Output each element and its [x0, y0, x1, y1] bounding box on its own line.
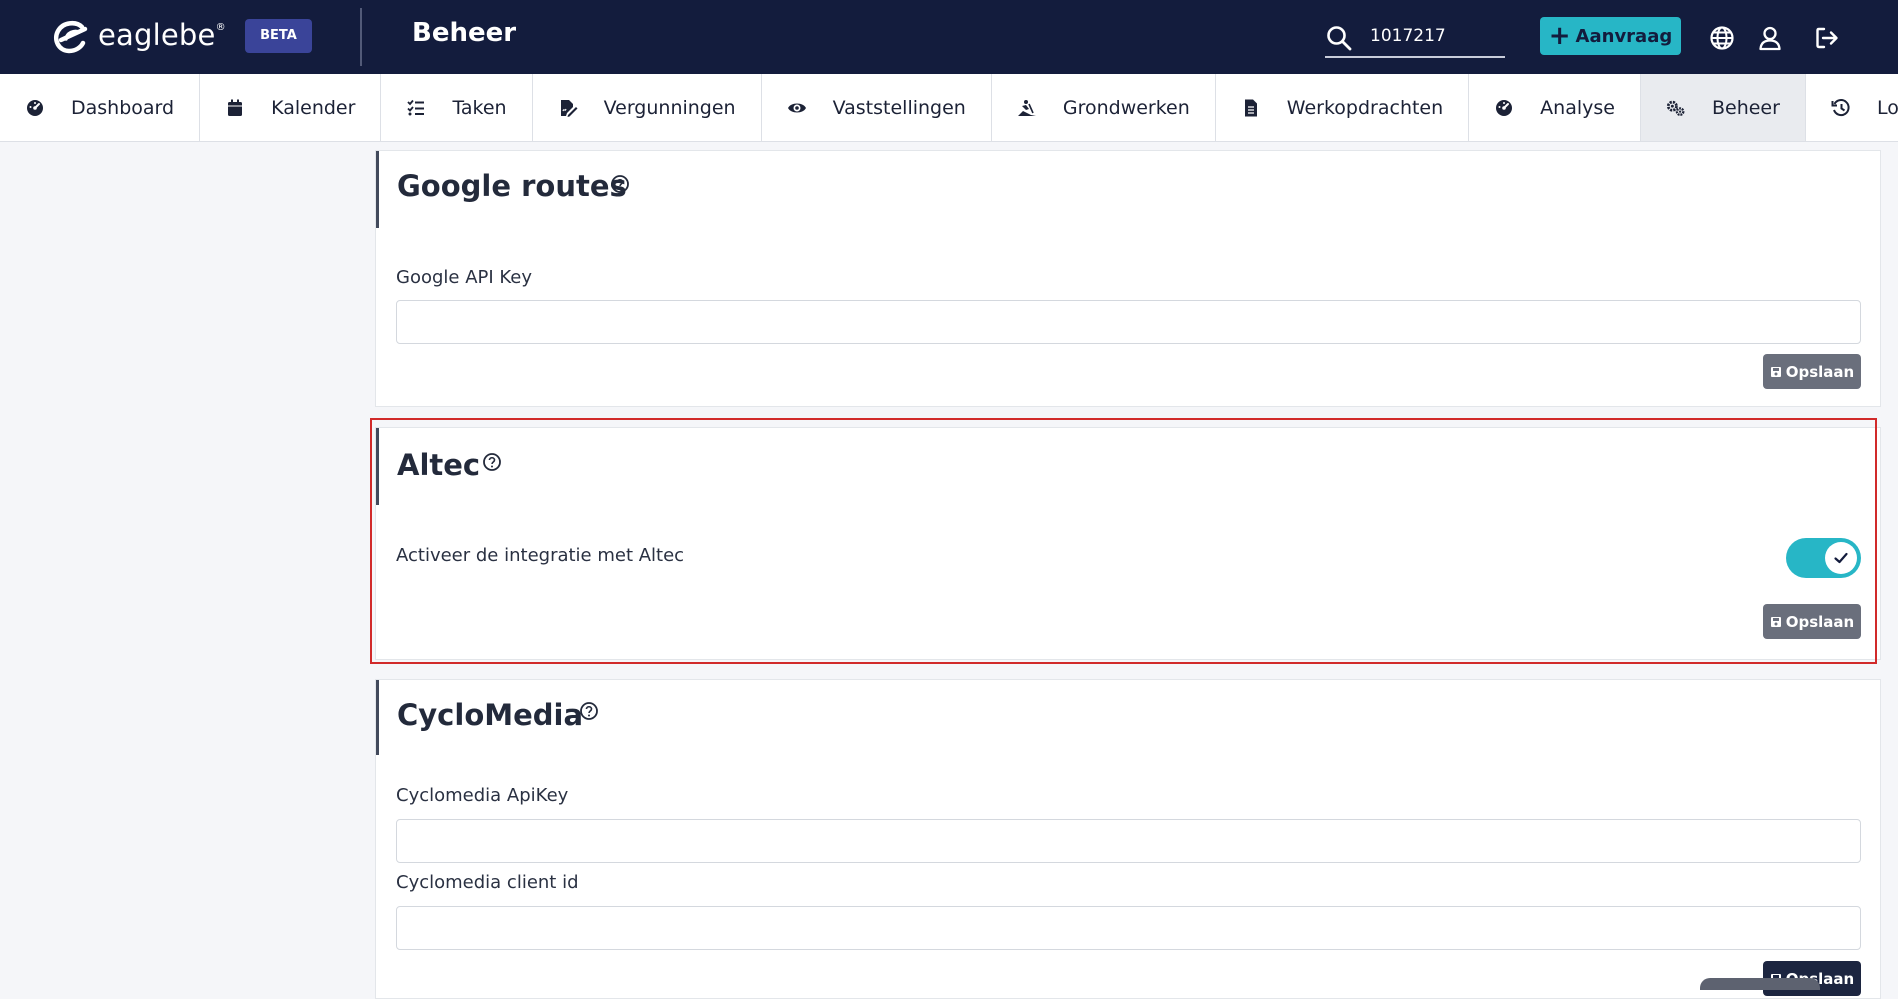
- analysis-icon: [1496, 99, 1513, 116]
- document-icon: [1244, 99, 1257, 116]
- calendar-icon: [228, 99, 243, 116]
- nav-item-permits[interactable]: Vergunningen: [533, 74, 762, 141]
- nav-item-label: Grondwerken: [1062, 96, 1190, 119]
- altec-integration-toggle[interactable]: [1786, 538, 1861, 578]
- search-underline: [1325, 56, 1505, 58]
- google-save-button[interactable]: Opslaan: [1763, 354, 1861, 389]
- cyclomedia-client-id-label: Cyclomedia client id: [396, 872, 579, 893]
- card-accent: [376, 151, 379, 228]
- dashboard-icon: [27, 99, 43, 116]
- beta-badge: BETA: [245, 19, 312, 53]
- history-icon: [1831, 98, 1850, 116]
- altec-toggle-label: Activeer de integratie met Altec: [396, 545, 685, 566]
- google-routes-card: Google routes Google API Key Opslaan: [375, 150, 1881, 407]
- nav-item-workorders[interactable]: Werkopdrachten: [1216, 74, 1470, 141]
- save-label: Opslaan: [1785, 612, 1855, 631]
- save-icon: [1770, 366, 1781, 377]
- card-accent: [376, 428, 379, 505]
- toggle-knob: [1825, 542, 1857, 574]
- google-api-key-label: Google API Key: [396, 267, 533, 288]
- nav-item-analysis[interactable]: Analyse: [1469, 74, 1641, 141]
- tasks-icon: [407, 99, 425, 115]
- search-input[interactable]: [1362, 18, 1518, 54]
- brand-name[interactable]: eaglebe®: [98, 18, 226, 52]
- permit-icon: [560, 99, 578, 117]
- save-label: Opslaan: [1785, 362, 1855, 381]
- nav-item-label: Logs: [1876, 96, 1898, 119]
- google-api-key-input[interactable]: [396, 300, 1861, 344]
- page-title: Beheer: [412, 18, 517, 48]
- top-bar: eaglebe® BETA Beheer + Aanvraag: [0, 0, 1898, 74]
- nav-item-dashboard[interactable]: Dashboard: [0, 74, 201, 141]
- check-icon: [1834, 552, 1848, 564]
- new-request-label: Aanvraag: [1575, 25, 1673, 47]
- gears-icon: [1666, 100, 1685, 116]
- nav-item-label: Analyse: [1540, 96, 1615, 119]
- nav-item-label: Vaststellingen: [832, 96, 966, 119]
- cyclomedia-api-key-label: Cyclomedia ApiKey: [396, 785, 569, 806]
- eye-icon: [787, 103, 806, 112]
- nav-item-tasks[interactable]: Taken: [381, 74, 533, 141]
- floating-tab[interactable]: [1700, 978, 1820, 990]
- registered-mark: ®: [215, 22, 226, 33]
- nav-item-logs[interactable]: Logs: [1806, 74, 1898, 141]
- cyclomedia-api-key-input[interactable]: [396, 819, 1861, 863]
- nav-item-label: Vergunningen: [603, 96, 736, 119]
- help-icon[interactable]: [610, 174, 630, 194]
- eaglebe-logo-icon[interactable]: [52, 18, 90, 56]
- digging-icon: [1017, 99, 1036, 116]
- altec-title: Altec: [397, 448, 481, 482]
- nav-item-label: Werkopdrachten: [1286, 96, 1444, 119]
- altec-save-button[interactable]: Opslaan: [1763, 604, 1861, 639]
- nav-item-label: Beheer: [1711, 96, 1780, 119]
- cyclomedia-client-id-input[interactable]: [396, 906, 1861, 950]
- nav-item-groundworks[interactable]: Grondwerken: [992, 74, 1216, 141]
- nav-item-label: Kalender: [271, 96, 356, 119]
- plus-icon: +: [1548, 21, 1571, 51]
- nav-item-management[interactable]: Beheer: [1640, 74, 1806, 141]
- new-request-button[interactable]: + Aanvraag: [1540, 17, 1681, 55]
- header-divider: [360, 8, 362, 66]
- nav-item-label: Taken: [452, 96, 507, 119]
- nav-item-calendar[interactable]: Kalender: [200, 74, 382, 141]
- globe-icon[interactable]: [1708, 24, 1736, 52]
- save-icon: [1770, 616, 1781, 627]
- card-accent: [376, 680, 379, 755]
- altec-card: Altec Activeer de integratie met Altec O…: [375, 427, 1881, 660]
- nav-item-assessments[interactable]: Vaststellingen: [762, 74, 992, 141]
- main-nav: Dashboard Kalender Taken Vergunningen Va…: [0, 74, 1898, 142]
- cyclomedia-card: CycloMedia Cyclomedia ApiKey Cyclomedia …: [375, 679, 1881, 999]
- help-icon[interactable]: [579, 701, 599, 721]
- nav-item-label: Dashboard: [71, 96, 175, 119]
- google-routes-title: Google routes: [397, 169, 627, 203]
- help-icon[interactable]: [482, 452, 502, 472]
- cyclomedia-title: CycloMedia: [397, 698, 584, 732]
- search-icon[interactable]: [1325, 24, 1353, 52]
- logout-icon[interactable]: [1813, 24, 1841, 52]
- user-icon[interactable]: [1756, 24, 1784, 52]
